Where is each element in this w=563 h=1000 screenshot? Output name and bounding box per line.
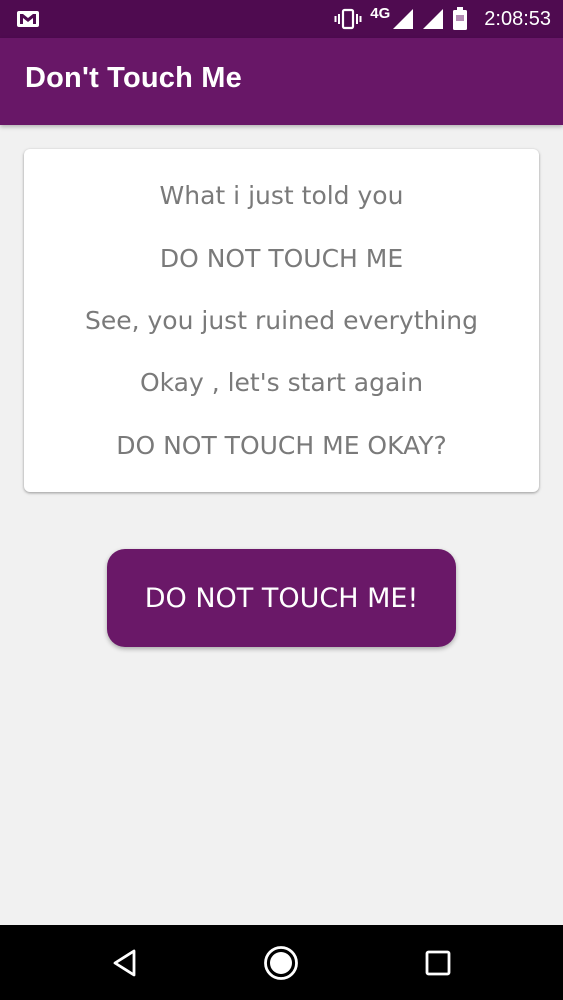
- status-bar: 4G 2:08:53: [0, 0, 563, 38]
- network-type-label: 4G: [370, 4, 391, 22]
- signal-icon: [422, 8, 444, 30]
- app-bar: Don't Touch Me: [0, 38, 563, 125]
- card-line-4: Okay , let's start again: [139, 368, 424, 397]
- status-clock: 2:08:53: [484, 7, 551, 30]
- do-not-touch-button[interactable]: DO NOT TOUCH ME!: [107, 549, 456, 647]
- back-icon[interactable]: [105, 943, 145, 983]
- vibrate-icon: [334, 8, 362, 30]
- gmail-icon: [16, 8, 40, 30]
- card-line-1: What i just told you: [159, 181, 404, 210]
- signal-icon: [392, 8, 414, 30]
- home-icon[interactable]: [261, 943, 301, 983]
- card-line-2: DO NOT TOUCH ME: [159, 244, 404, 273]
- card-line-5: DO NOT TOUCH ME OKAY?: [116, 431, 447, 460]
- card-line-3: See, you just ruined everything: [84, 306, 479, 335]
- message-card: What i just told you DO NOT TOUCH ME See…: [24, 149, 539, 492]
- app-title: Don't Touch Me: [25, 62, 242, 94]
- recents-icon[interactable]: [418, 943, 458, 983]
- navigation-bar: [0, 925, 563, 1000]
- status-icons: 4G 2:08:53: [334, 0, 551, 38]
- battery-icon: [452, 7, 468, 31]
